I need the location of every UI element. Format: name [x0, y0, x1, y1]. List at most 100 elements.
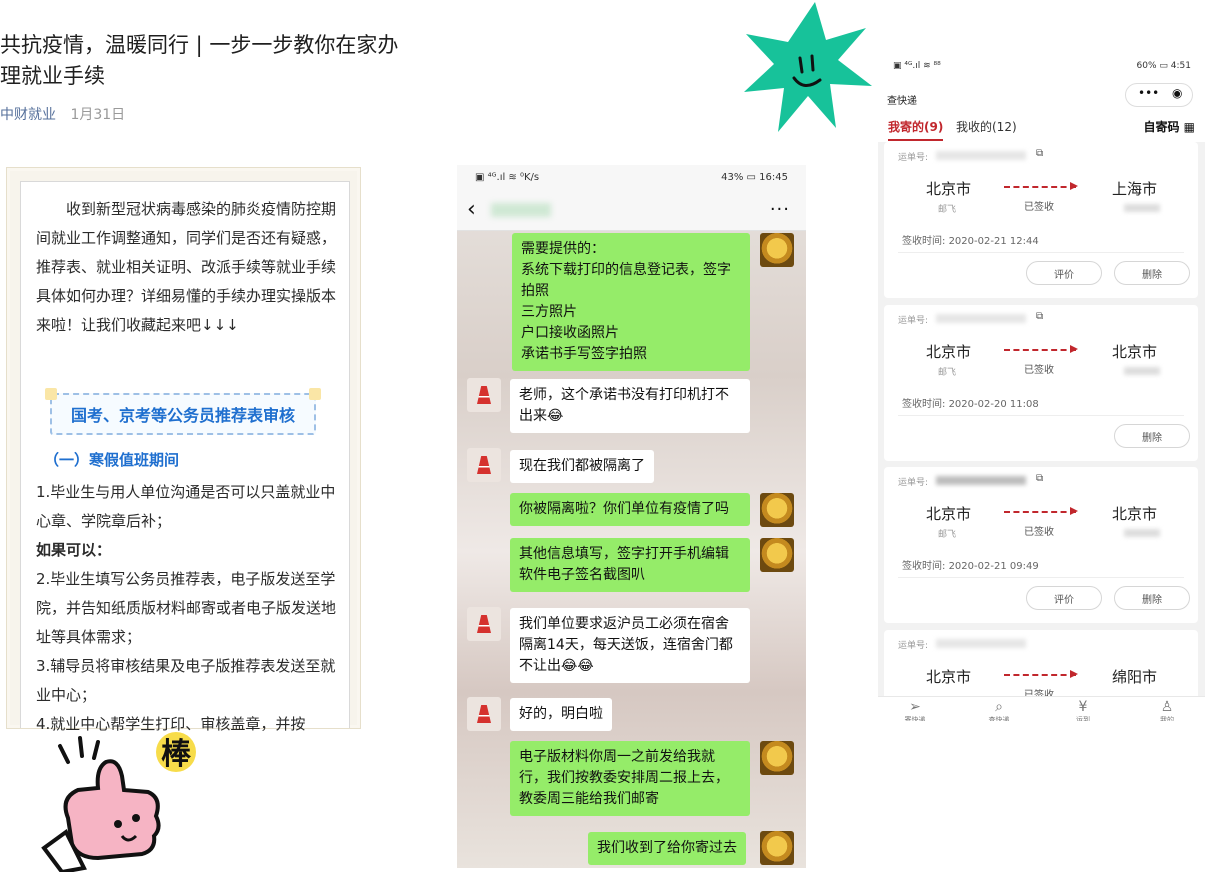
bottom-tabbar: ➢ 寄快递 ⌕ 查快递 ¥ 运到 ♙ 我的	[878, 696, 1205, 730]
sign-time: 签收时间: 2020-02-21 09:49	[902, 561, 1039, 572]
article-title: 共抗疫情，温暖同行 | 一步一步教你在家办理就业手续	[0, 33, 399, 88]
divider	[898, 415, 1184, 416]
waybill-number-blurred	[936, 476, 1026, 485]
tab-send-express[interactable]: ➢ 寄快递	[890, 699, 940, 721]
tab-mine[interactable]: ♙ 我的	[1142, 699, 1192, 721]
message-bubble-sent[interactable]: 你被隔离啦？你们单位有疫情了吗	[510, 493, 750, 526]
origin-city: 北京市	[926, 505, 972, 523]
review-button[interactable]: 评价	[1026, 261, 1102, 285]
waybill-number-blurred	[936, 151, 1026, 160]
message-bubble-received[interactable]: 好的，明白啦	[510, 698, 612, 731]
sign-time: 签收时间: 2020-02-20 11:08	[902, 399, 1039, 410]
tab-received[interactable]: 我收的(12)	[956, 118, 1017, 135]
status-bar: ▣ ⁴ᴳ.ıl ≋ ⁰K/s 43% ▭ 16:45	[457, 165, 806, 191]
recipient-blurred	[1124, 529, 1160, 537]
star-face-sticker-icon	[744, 2, 872, 132]
section-heading: （一）寒假值班期间	[44, 451, 180, 469]
destination-city: 北京市	[1112, 343, 1158, 361]
step-item: 如果可以：	[36, 541, 112, 559]
message-bubble-sent[interactable]: 我们收到了给你寄过去	[588, 832, 746, 865]
copy-icon[interactable]: ⧉	[1036, 311, 1043, 322]
route-arrow-icon	[1004, 670, 1078, 678]
carrier-name: 邮飞	[938, 205, 957, 215]
article-date: 1月31日	[70, 107, 126, 123]
destination-city: 上海市	[1112, 180, 1158, 198]
status-signed: 已签收	[1024, 365, 1054, 376]
my-avatar[interactable]	[760, 233, 794, 267]
status-left: ▣ ⁴ᴳ.ıl ≋ ⁸⁸	[893, 61, 941, 71]
step-item: 2.毕业生填写公务员推荐表，电子版发送至学院，并告知纸质版材料邮寄或者电子版发送…	[36, 570, 337, 646]
status-right: 60% ▭ 4:51	[1136, 61, 1191, 71]
my-avatar[interactable]	[760, 741, 794, 775]
message-bubble-received[interactable]: 老师，这个承诺书没有打印机打不出来😂	[510, 379, 750, 433]
review-button[interactable]: 评价	[1026, 586, 1102, 610]
search-icon: ⌕	[995, 699, 1003, 715]
bang-sticker-text: 棒	[161, 737, 192, 772]
origin-city: 北京市	[926, 343, 972, 361]
message-bubble-received[interactable]: 我们单位要求返沪员工必须在宿舍隔离14天，每天送饭，连宿舍门都不让出😂😂	[510, 608, 750, 683]
tab-freight[interactable]: ¥ 运到	[1058, 699, 1108, 721]
yen-icon: ¥	[1078, 699, 1088, 715]
waybill-label: 运单号:	[898, 641, 929, 651]
origin-city: 北京市	[926, 668, 972, 686]
copy-icon[interactable]: ⧉	[1036, 473, 1043, 484]
tab-self-send-code[interactable]: 自寄码 ▦	[1143, 118, 1195, 135]
app-title: 查快递	[887, 96, 917, 107]
status-signed: 已签收	[1024, 527, 1054, 538]
status-signed: 已签收	[1024, 202, 1054, 213]
article-source[interactable]: 中财就业	[0, 107, 56, 123]
contact-avatar[interactable]	[467, 697, 501, 731]
send-icon: ➢	[909, 699, 921, 715]
tab-query-express[interactable]: ⌕ 查快递	[974, 699, 1024, 721]
recipient-blurred	[1124, 367, 1160, 375]
waybill-number-blurred	[936, 314, 1026, 323]
step-item: 3.辅导员将审核结果及电子版推荐表发送至就业中心；	[36, 657, 336, 704]
recipient-blurred	[1124, 204, 1160, 212]
carrier-name: 邮飞	[938, 368, 957, 378]
my-avatar[interactable]	[760, 538, 794, 572]
back-icon[interactable]: ‹	[467, 197, 476, 222]
copy-icon[interactable]: ⧉	[1036, 148, 1043, 159]
contact-avatar[interactable]	[467, 378, 501, 412]
route-arrow-icon	[1004, 507, 1078, 515]
my-avatar[interactable]	[760, 493, 794, 527]
destination-city: 北京市	[1112, 505, 1158, 523]
divider	[898, 252, 1184, 253]
order-card[interactable]: 运单号: ⧉ 北京市 邮飞 已签收 北京市 签收时间: 2020-02-21 0…	[884, 467, 1198, 623]
message-bubble-sent[interactable]: 电子版材料你周一之前发给我就行，我们按教委安排周二报上去，教委周三能给我们邮寄	[510, 741, 750, 816]
chat-navbar: ‹ ···	[457, 191, 806, 231]
waybill-number-blurred	[936, 639, 1026, 648]
contact-name-blurred	[491, 203, 551, 217]
more-icon[interactable]: ···	[770, 199, 790, 220]
contact-avatar[interactable]	[467, 607, 501, 641]
message-bubble-sent[interactable]: 其他信息填写，签字打开手机编辑软件电子签名截图叭	[510, 538, 750, 592]
delete-button[interactable]: 删除	[1114, 424, 1190, 448]
article-intro: 收到新型冠状病毒感染的肺炎疫情防控期间就业工作调整通知，同学们是否还有疑惑，推荐…	[36, 200, 337, 334]
route-arrow-icon	[1004, 182, 1078, 190]
message-bubble-received[interactable]: 现在我们都被隔离了	[510, 450, 654, 483]
order-card[interactable]: 运单号: ⧉ 北京市 邮飞 已签收 上海市 签收时间: 2020-02-21 1…	[884, 142, 1198, 298]
article-meta: 中财就业 1月31日	[0, 104, 125, 124]
order-card[interactable]: 运单号: ⧉ 北京市 邮飞 已签收 北京市 签收时间: 2020-02-20 1…	[884, 305, 1198, 461]
recommendation-review-button[interactable]: 国考、京考等公务员推荐表审核	[45, 388, 321, 435]
my-avatar[interactable]	[760, 831, 794, 865]
user-icon: ♙	[1160, 699, 1174, 715]
close-target-icon[interactable]: ◉	[1172, 86, 1182, 100]
waybill-label: 运单号:	[898, 316, 929, 326]
delete-button[interactable]: 删除	[1114, 586, 1190, 610]
tab-sent[interactable]: 我寄的(9)	[888, 118, 944, 141]
delete-button[interactable]: 删除	[1114, 261, 1190, 285]
article-steps: 1.毕业生与用人单位沟通是否可以只盖就业中心章、学院章后补； 如果可以： 2.毕…	[36, 478, 340, 739]
status-left: ▣ ⁴ᴳ.ıl ≋ ⁰K/s	[475, 172, 540, 183]
message-bubble-sent[interactable]: 需要提供的： 系统下载打印的信息登记表，签字拍照 三方照片 户口接收函照片 承诺…	[512, 233, 750, 371]
destination-city: 绵阳市	[1112, 668, 1158, 686]
route-arrow-icon	[1004, 345, 1078, 353]
contact-avatar[interactable]	[467, 448, 501, 482]
origin-city: 北京市	[926, 180, 972, 198]
status-right: 43% ▭ 16:45	[721, 172, 788, 183]
waybill-label: 运单号:	[898, 478, 929, 488]
more-icon[interactable]: •••	[1138, 86, 1159, 100]
thumbs-up-sticker-icon: 棒	[41, 732, 196, 872]
chat-screenshot: ▣ ⁴ᴳ.ıl ≋ ⁰K/s 43% ▭ 16:45 ‹ ··· 需要提供的： …	[457, 165, 806, 868]
waybill-label: 运单号:	[898, 153, 929, 163]
